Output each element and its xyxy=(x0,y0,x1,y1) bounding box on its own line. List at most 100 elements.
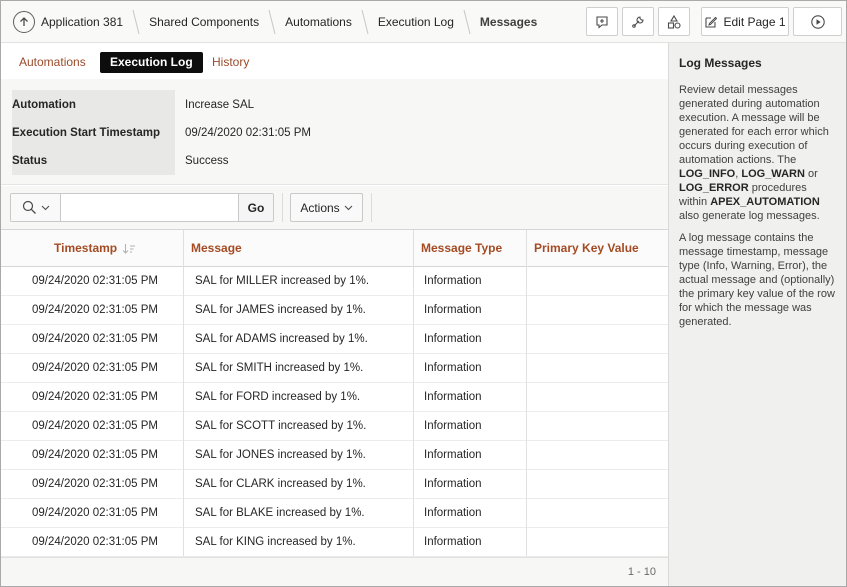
tab-automations[interactable]: Automations xyxy=(9,52,96,73)
table-row[interactable]: 09/24/2020 02:31:05 PM SAL for MILLER inc… xyxy=(1,267,668,296)
summary-label-status: Status xyxy=(12,155,48,167)
cell-timestamp: 09/24/2020 02:31:05 PM xyxy=(32,536,158,548)
help-title: Log Messages xyxy=(679,56,762,70)
wrench-icon xyxy=(632,15,644,28)
cell-timestamp: 09/24/2020 02:31:05 PM xyxy=(32,420,158,432)
column-header-timestamp-label: Timestamp xyxy=(54,241,118,255)
table-row[interactable]: 09/24/2020 02:31:05 PM SAL for JONES incr… xyxy=(1,441,668,470)
column-divider xyxy=(413,230,414,556)
shapes-icon xyxy=(667,14,681,29)
breadcrumb-messages: Messages xyxy=(479,15,538,29)
search-input[interactable] xyxy=(61,194,238,221)
cell-message: SAL for MILLER increased by 1%. xyxy=(195,275,370,287)
cell-message: SAL for SCOTT increased by 1%. xyxy=(195,420,367,432)
search-column-menu[interactable] xyxy=(11,194,61,221)
page-tabs: Automations Execution Log History xyxy=(1,43,668,79)
cell-timestamp: 09/24/2020 02:31:05 PM xyxy=(32,391,158,403)
cell-message: SAL for SMITH increased by 1%. xyxy=(195,362,364,374)
help-code: LOG_INFO xyxy=(679,168,736,180)
breadcrumb-separator xyxy=(129,9,143,35)
actions-label: Actions xyxy=(300,200,340,215)
cell-timestamp: 09/24/2020 02:31:05 PM xyxy=(32,275,158,287)
cell-message: SAL for JONES increased by 1%. xyxy=(195,449,366,461)
report-header-row: Timestamp Message Message Type Primary K… xyxy=(1,230,668,267)
breadcrumb-separator xyxy=(358,9,372,35)
search-bar: Go xyxy=(10,193,274,222)
help-text: also generate log messages. xyxy=(679,210,820,222)
cell-message-type: Information xyxy=(424,507,482,519)
breadcrumb-execution-log[interactable]: Execution Log xyxy=(378,15,454,29)
column-header-timestamp[interactable]: Timestamp xyxy=(54,230,136,267)
summary-label-automation: Automation xyxy=(12,99,76,111)
table-row[interactable]: 09/24/2020 02:31:05 PM SAL for JAMES incr… xyxy=(1,296,668,325)
summary-value-automation: Increase SAL xyxy=(185,99,255,111)
breadcrumb-shared-components[interactable]: Shared Components xyxy=(149,15,259,29)
cell-timestamp: 09/24/2020 02:31:05 PM xyxy=(32,449,158,461)
summary-label-start-timestamp: Execution Start Timestamp xyxy=(12,127,161,139)
breadcrumb-separator xyxy=(265,9,279,35)
breadcrumb-separator xyxy=(460,9,474,35)
help-code: LOG_WARN xyxy=(741,168,805,180)
chevron-down-icon xyxy=(41,205,49,211)
help-text: or xyxy=(804,168,818,180)
cell-message-type: Information xyxy=(424,333,482,345)
cell-message-type: Information xyxy=(424,536,482,548)
cell-message-type: Information xyxy=(424,449,482,461)
cell-message: SAL for BLAKE increased by 1%. xyxy=(195,507,365,519)
table-row[interactable]: 09/24/2020 02:31:05 PM SAL for FORD incre… xyxy=(1,383,668,412)
execution-summary: Automation Increase SAL Execution Start … xyxy=(1,79,668,185)
search-icon xyxy=(22,200,36,214)
cell-timestamp: 09/24/2020 02:31:05 PM xyxy=(32,507,158,519)
cell-message: SAL for FORD increased by 1%. xyxy=(195,391,361,403)
play-icon xyxy=(810,14,825,29)
report-toolbar: Go Actions xyxy=(1,186,668,230)
column-header-message[interactable]: Message xyxy=(191,230,242,267)
utilities-button[interactable] xyxy=(622,7,654,36)
table-row[interactable]: 09/24/2020 02:31:05 PM SAL for BLAKE incr… xyxy=(1,499,668,528)
cell-timestamp: 09/24/2020 02:31:05 PM xyxy=(32,362,158,374)
breadcrumb-application[interactable]: Application 381 xyxy=(41,15,123,29)
help-paragraph-1: Review detail messages generated during … xyxy=(679,83,836,223)
cell-timestamp: 09/24/2020 02:31:05 PM xyxy=(32,304,158,316)
chevron-down-icon xyxy=(344,205,353,211)
cell-message: SAL for KING increased by 1%. xyxy=(195,536,356,548)
column-divider xyxy=(526,230,527,556)
cell-message: SAL for ADAMS increased by 1%. xyxy=(195,333,368,345)
column-header-message-type[interactable]: Message Type xyxy=(421,230,502,267)
report-footer: 1 - 10 xyxy=(1,557,668,586)
cell-message-type: Information xyxy=(424,275,482,287)
cell-message: SAL for CLARK increased by 1%. xyxy=(195,478,366,490)
actions-menu-button[interactable]: Actions xyxy=(290,193,363,222)
comment-button[interactable] xyxy=(586,7,618,36)
cell-message-type: Information xyxy=(424,478,482,490)
summary-value-start-timestamp: 09/24/2020 02:31:05 PM xyxy=(185,127,311,139)
tab-history[interactable]: History xyxy=(202,52,259,73)
help-paragraph-2: A log message contains the message times… xyxy=(679,232,835,328)
report-body: 09/24/2020 02:31:05 PM SAL for MILLER inc… xyxy=(1,267,668,557)
toolbar-divider xyxy=(371,193,372,222)
run-page-button[interactable] xyxy=(793,7,842,36)
table-row[interactable]: 09/24/2020 02:31:05 PM SAL for CLARK incr… xyxy=(1,470,668,499)
help-side-panel: Log Messages Review detail messages gene… xyxy=(668,43,846,586)
sort-desc-icon xyxy=(123,243,136,254)
column-divider xyxy=(183,230,184,556)
edit-page-button[interactable]: Edit Page 1 xyxy=(701,7,789,36)
table-row[interactable]: 09/24/2020 02:31:05 PM SAL for ADAMS incr… xyxy=(1,325,668,354)
cell-message-type: Information xyxy=(424,391,482,403)
cell-message: SAL for JAMES increased by 1%. xyxy=(195,304,366,316)
column-header-primary-key[interactable]: Primary Key Value xyxy=(534,230,639,267)
shared-components-button[interactable] xyxy=(658,7,690,36)
toolbar-divider xyxy=(282,193,283,222)
tab-execution-log[interactable]: Execution Log xyxy=(100,52,203,73)
table-row[interactable]: 09/24/2020 02:31:05 PM SAL for SCOTT incr… xyxy=(1,412,668,441)
help-code: LOG_ERROR xyxy=(679,182,749,194)
go-button[interactable]: Go xyxy=(238,194,273,221)
breadcrumb-automations[interactable]: Automations xyxy=(285,15,352,29)
summary-value-status: Success xyxy=(185,155,229,167)
up-arrow-icon[interactable] xyxy=(13,11,35,33)
table-row[interactable]: 09/24/2020 02:31:05 PM SAL for KING incre… xyxy=(1,528,668,557)
cell-timestamp: 09/24/2020 02:31:05 PM xyxy=(32,333,158,345)
table-row[interactable]: 09/24/2020 02:31:05 PM SAL for SMITH incr… xyxy=(1,354,668,383)
pagination-label: 1 - 10 xyxy=(627,566,656,578)
breadcrumb: Application 381 Shared Components Automa… xyxy=(41,1,537,43)
